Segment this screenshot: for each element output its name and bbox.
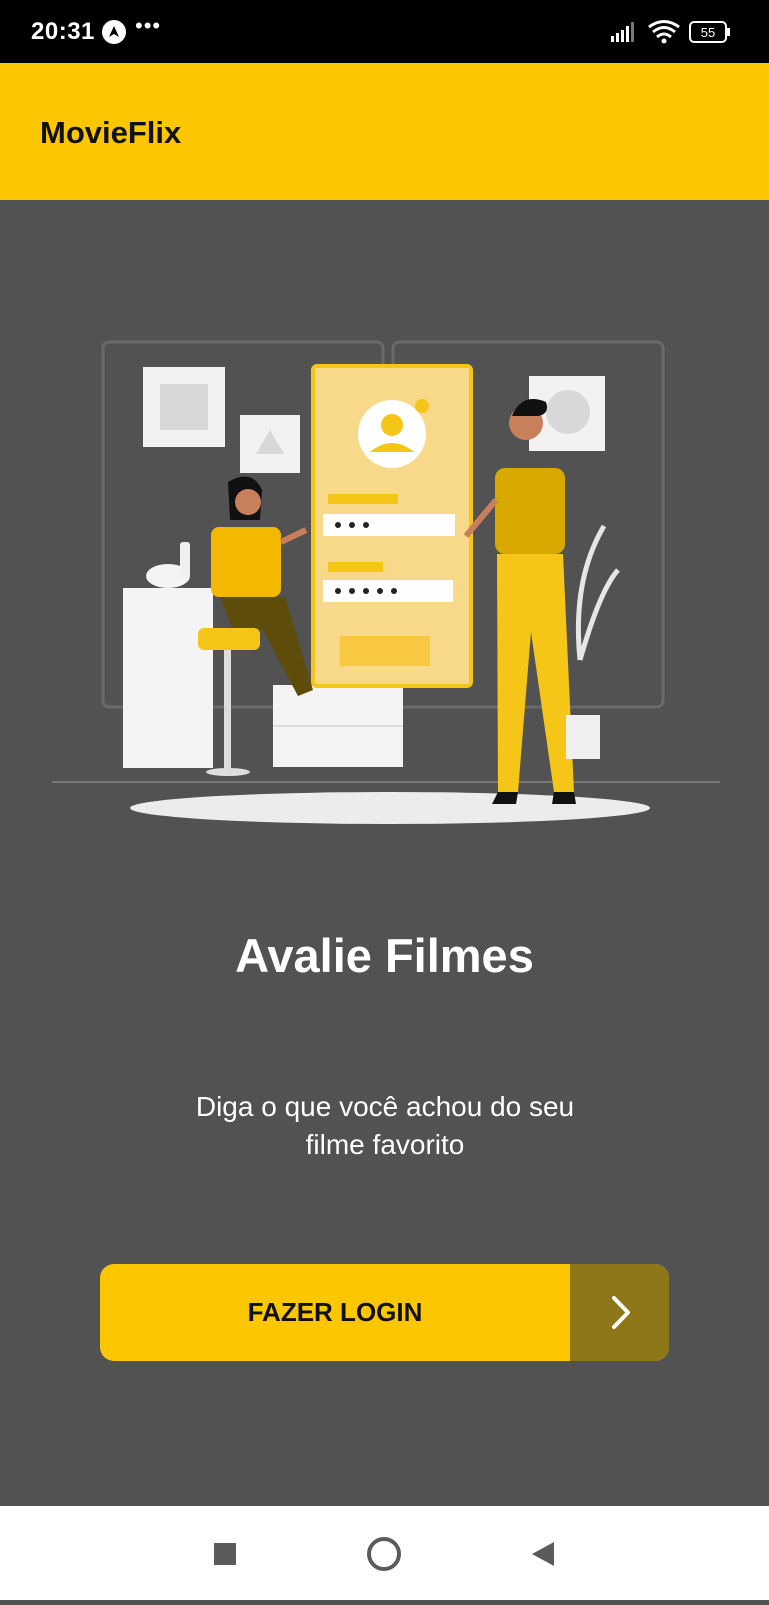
back-triangle-icon bbox=[532, 1542, 554, 1566]
battery-level: 55 bbox=[701, 25, 715, 40]
back-button[interactable] bbox=[502, 1506, 582, 1600]
more-dots-icon: ••• bbox=[135, 13, 162, 38]
headline: Avalie Filmes bbox=[235, 929, 534, 982]
login-arrow-box[interactable] bbox=[570, 1264, 669, 1361]
recents-button[interactable] bbox=[185, 1506, 265, 1600]
status-time: 20:31 bbox=[31, 18, 95, 45]
home-circle-icon bbox=[367, 1537, 401, 1571]
chevron-right-icon bbox=[612, 1296, 630, 1329]
login-illustration bbox=[48, 330, 728, 850]
home-button[interactable] bbox=[344, 1506, 424, 1600]
subtitle: Diga o que você achou do seu filme favor… bbox=[195, 1091, 575, 1160]
login-button-label: FAZER LOGIN bbox=[247, 1297, 423, 1327]
wifi-icon bbox=[648, 20, 680, 44]
status-icons: 55 bbox=[611, 18, 731, 53]
battery-icon: 55 bbox=[689, 21, 730, 43]
login-button[interactable]: FAZER LOGIN bbox=[100, 1264, 669, 1361]
system-nav-bar bbox=[0, 1506, 769, 1600]
signal-icon bbox=[611, 22, 634, 42]
recents-square-icon bbox=[214, 1543, 236, 1565]
navigation-app-icon bbox=[102, 20, 126, 44]
app-bar: MovieFlix bbox=[0, 63, 769, 200]
status-bar: 20:31 ••• 55 bbox=[0, 0, 769, 63]
app-title: MovieFlix bbox=[40, 115, 182, 150]
